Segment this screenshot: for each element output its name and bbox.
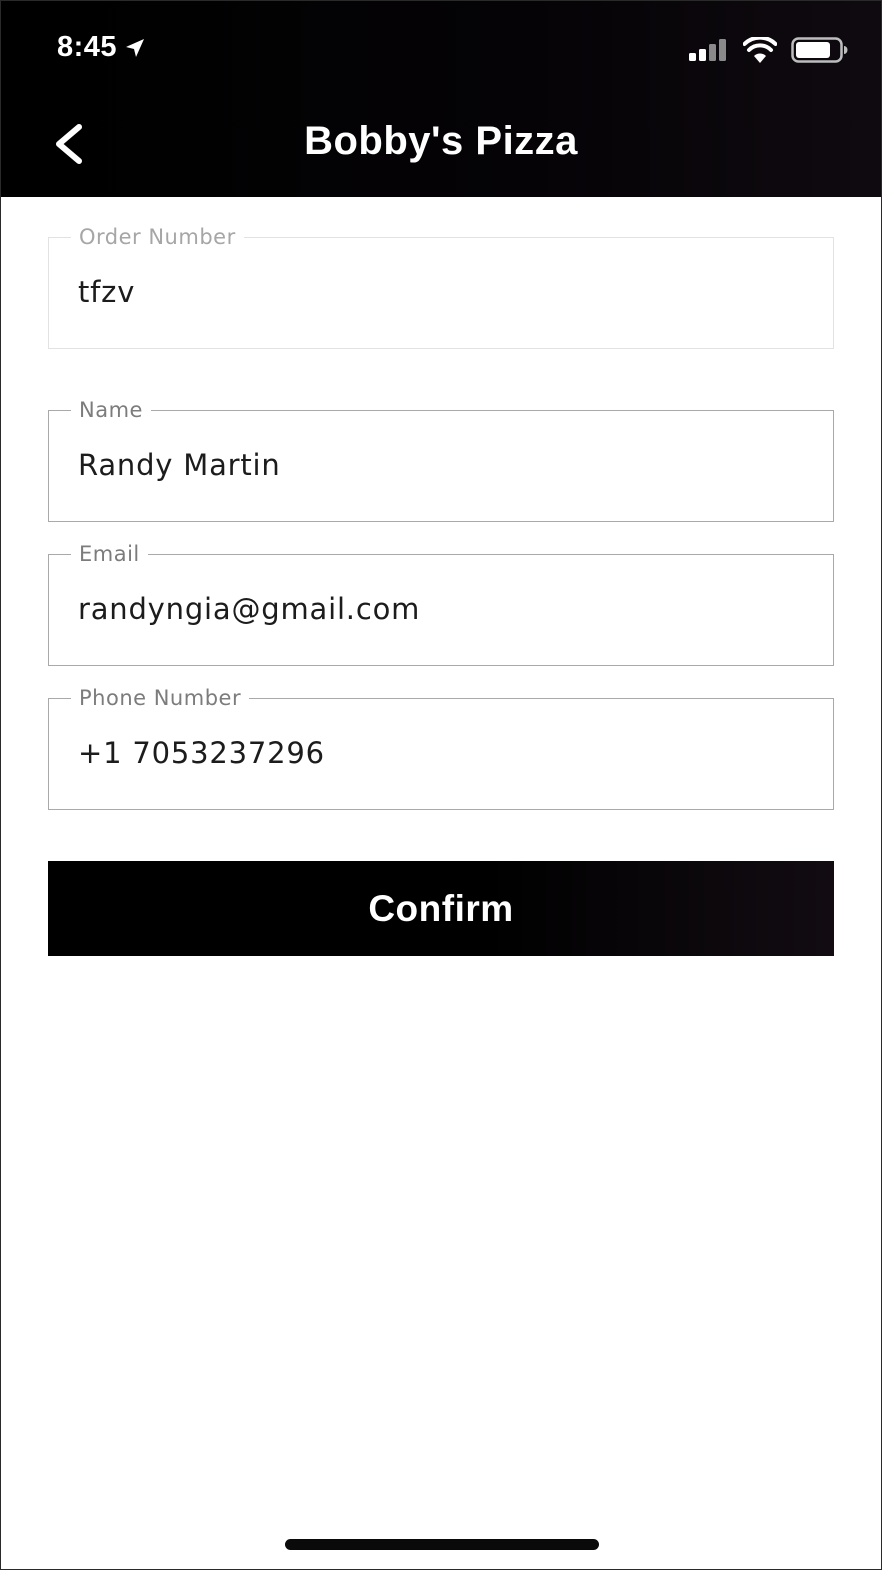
order-number-label: Order Number (71, 224, 244, 250)
wifi-icon (743, 37, 777, 63)
battery-icon (791, 37, 848, 63)
location-arrow-icon (126, 38, 145, 57)
email-label: Email (71, 541, 148, 567)
name-field[interactable]: Name (48, 397, 834, 522)
app-screen: 8:45 Bobby's Pizza Order Number tfzv Nam… (0, 0, 882, 1570)
confirm-button[interactable]: Confirm (48, 861, 834, 956)
email-field[interactable]: Email (48, 541, 834, 666)
home-indicator[interactable] (285, 1539, 599, 1550)
status-time-text: 8:45 (57, 31, 118, 63)
phone-input[interactable] (78, 735, 798, 771)
name-input[interactable] (78, 447, 798, 483)
signal-icon (689, 39, 726, 61)
app-header: 8:45 Bobby's Pizza (1, 1, 881, 197)
status-bar-icons (689, 37, 849, 63)
page-title: Bobby's Pizza (304, 119, 578, 163)
order-number-field: Order Number tfzv (48, 224, 834, 349)
name-label: Name (71, 397, 151, 423)
phone-label: Phone Number (71, 685, 250, 711)
email-input[interactable] (78, 591, 798, 627)
phone-field[interactable]: Phone Number (48, 685, 834, 810)
status-bar-time: 8:45 (57, 31, 147, 64)
order-number-value: tfzv (78, 275, 136, 309)
